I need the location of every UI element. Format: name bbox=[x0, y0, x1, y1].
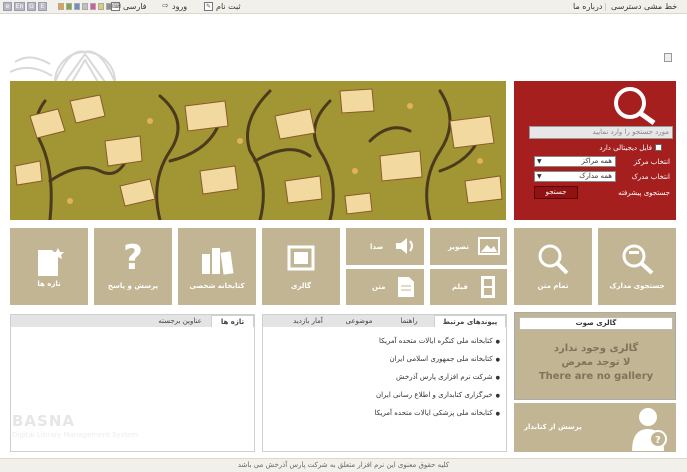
magnifier-icon bbox=[614, 87, 656, 125]
links-tabbar: پیوندهای مرتبط راهنما موضوعی آمار بازدید bbox=[263, 315, 506, 327]
broken-image-icon bbox=[664, 53, 672, 62]
lang-flag-g[interactable]: G bbox=[27, 2, 36, 11]
document-icon bbox=[398, 277, 414, 297]
edit-icon: ✎ bbox=[204, 2, 213, 11]
theme-swatch[interactable] bbox=[98, 3, 104, 10]
tile-full-text-label: تمام متن bbox=[537, 282, 569, 290]
gallery-empty-msg-fa: گالری وجود ندارد bbox=[553, 343, 639, 354]
center-label: انتخاب مرکز bbox=[633, 158, 670, 166]
digital-file-checkbox[interactable] bbox=[655, 144, 662, 151]
speaker-icon bbox=[396, 238, 413, 254]
header bbox=[0, 15, 687, 84]
tile-latest-label: تازه ها bbox=[37, 280, 61, 288]
tab-subject[interactable]: موضوعی bbox=[335, 315, 383, 327]
gallery-title: گالری صوت bbox=[519, 317, 673, 330]
center-select-value: همه مراکز bbox=[581, 157, 612, 165]
tile-audio-label: صدا bbox=[370, 243, 384, 251]
link-item[interactable]: کتابخانه ملی کنگره ایالات متحده آمریکا bbox=[379, 337, 500, 345]
top-bar: e En G E ⌨ فارسی ⇨ ورود ✎ ثبت نام درباره… bbox=[0, 0, 687, 14]
search-documents-icon bbox=[622, 244, 654, 275]
tab-related-links[interactable]: پیوندهای مرتبط bbox=[434, 315, 506, 327]
link-item[interactable]: کتابخانه ملی جمهوری اسلامی ایران bbox=[389, 355, 500, 363]
login-icon: ⇨ bbox=[162, 1, 169, 10]
search-input[interactable]: مورد جستجو را وارد نمایید bbox=[529, 126, 673, 139]
tile-text[interactable]: متن bbox=[346, 269, 424, 305]
theme-swatch[interactable] bbox=[58, 3, 64, 10]
tile-latest[interactable]: تازه ها bbox=[10, 228, 88, 305]
lang-flag-en[interactable]: En bbox=[14, 2, 25, 11]
doc-label: انتخاب مدرک bbox=[631, 173, 670, 181]
tile-qa[interactable]: ? پرسش و پاسخ bbox=[94, 228, 172, 305]
link-item[interactable]: خبرگزاری کتابداری و اطلاع رسانی ایران bbox=[376, 391, 500, 399]
tab-featured[interactable]: عناوین برجسته bbox=[151, 315, 209, 327]
tile-doc-search-label: جستجوی مدارک bbox=[609, 282, 665, 290]
tile-audio[interactable]: صدا bbox=[346, 228, 424, 265]
watermark-subtitle: Digital Library Management System bbox=[12, 431, 139, 439]
tile-qa-label: پرسش و پاسخ bbox=[107, 282, 159, 290]
picture-frame-icon bbox=[287, 245, 315, 271]
ask-librarian-label: پرسش از کتابدار bbox=[524, 423, 582, 431]
separator: | bbox=[604, 2, 607, 11]
persian-link[interactable]: فارسی bbox=[123, 2, 147, 11]
tile-gallery-label: گالری bbox=[290, 282, 312, 290]
image-icon bbox=[478, 237, 500, 255]
digital-file-label: فایل دیجیتالی دارد bbox=[599, 144, 652, 152]
register-link[interactable]: ثبت نام bbox=[216, 2, 241, 11]
theme-swatch[interactable] bbox=[74, 3, 80, 10]
doc-select[interactable]: ▼ همه مدارک bbox=[534, 171, 616, 182]
books-illustration bbox=[10, 81, 506, 220]
footer: کلیه حقوق معنوی این نرم افزار متعلق به ش… bbox=[0, 458, 687, 472]
magnifier-icon bbox=[538, 244, 569, 275]
link-item[interactable]: شرکت نرم افزاری پارس آذرخش bbox=[396, 373, 500, 381]
about-link[interactable]: درباره ما bbox=[573, 2, 602, 11]
books-icon bbox=[202, 248, 234, 275]
tile-gallery[interactable]: گالری bbox=[262, 228, 340, 305]
audio-gallery-panel: گالری صوت گالری وجود ندارد لا توجد معرض … bbox=[514, 312, 676, 400]
tile-personal-library-label: کتابخانه شخصی bbox=[189, 282, 245, 290]
tile-full-text[interactable]: تمام متن bbox=[514, 228, 592, 305]
lang-flag-e[interactable]: e bbox=[3, 2, 12, 11]
watermark-logo: BASNA bbox=[12, 412, 76, 430]
person-question-icon: ? bbox=[632, 408, 667, 451]
access-policy-link[interactable]: خط مشی دسترسی bbox=[611, 2, 677, 11]
doc-select-value: همه مدارک bbox=[579, 172, 612, 180]
advanced-search-link[interactable]: جستجوی پیشرفته bbox=[598, 189, 670, 197]
tab-latest[interactable]: تازه ها bbox=[211, 315, 254, 327]
gallery-empty-msg-en: There are no gallery bbox=[538, 371, 654, 382]
logo-mark bbox=[10, 50, 116, 84]
tile-doc-search[interactable]: جستجوی مدارک bbox=[598, 228, 676, 305]
ask-librarian-button[interactable]: پرسش از کتابدار ? bbox=[514, 403, 676, 452]
tile-text-label: متن bbox=[372, 283, 386, 291]
link-item[interactable]: کتابخانه ملی پزشکی ایالات متحده آمریکا bbox=[375, 409, 501, 417]
links-panel: پیوندهای مرتبط راهنما موضوعی آمار بازدید… bbox=[262, 314, 507, 452]
hero-banner bbox=[10, 81, 506, 220]
question-icon: ? bbox=[123, 238, 143, 278]
tile-image-label: تصویر bbox=[448, 243, 469, 251]
search-panel: مورد جستجو را وارد نمایید فایل دیجیتالی … bbox=[514, 81, 676, 220]
film-icon bbox=[481, 276, 495, 298]
search-button[interactable]: جستجو bbox=[534, 186, 578, 199]
tile-image[interactable]: تصویر bbox=[430, 228, 507, 265]
login-link[interactable]: ورود bbox=[172, 2, 187, 11]
latest-tabbar: تازه ها عناوین برجسته bbox=[11, 315, 254, 327]
chevron-down-icon: ▼ bbox=[537, 173, 542, 180]
tile-personal-library[interactable]: کتابخانه شخصی bbox=[178, 228, 256, 305]
tab-statistics[interactable]: آمار بازدید bbox=[283, 315, 333, 327]
keyboard-icon: ⌨ bbox=[111, 2, 121, 11]
theme-swatch[interactable] bbox=[82, 3, 88, 10]
center-select[interactable]: ▼ همه مراکز bbox=[534, 156, 616, 167]
tab-help[interactable]: راهنما bbox=[386, 315, 432, 327]
tile-film[interactable]: فیلم bbox=[430, 269, 507, 305]
theme-swatch[interactable] bbox=[90, 3, 96, 10]
svg-text:?: ? bbox=[655, 435, 661, 446]
chevron-down-icon: ▼ bbox=[537, 158, 542, 165]
tile-film-label: فیلم bbox=[452, 283, 468, 291]
new-document-icon bbox=[38, 248, 64, 276]
theme-swatch[interactable] bbox=[66, 3, 72, 10]
gallery-empty-msg-ar: لا توجد معرض bbox=[561, 357, 631, 368]
lang-flag-e2[interactable]: E bbox=[38, 2, 47, 11]
